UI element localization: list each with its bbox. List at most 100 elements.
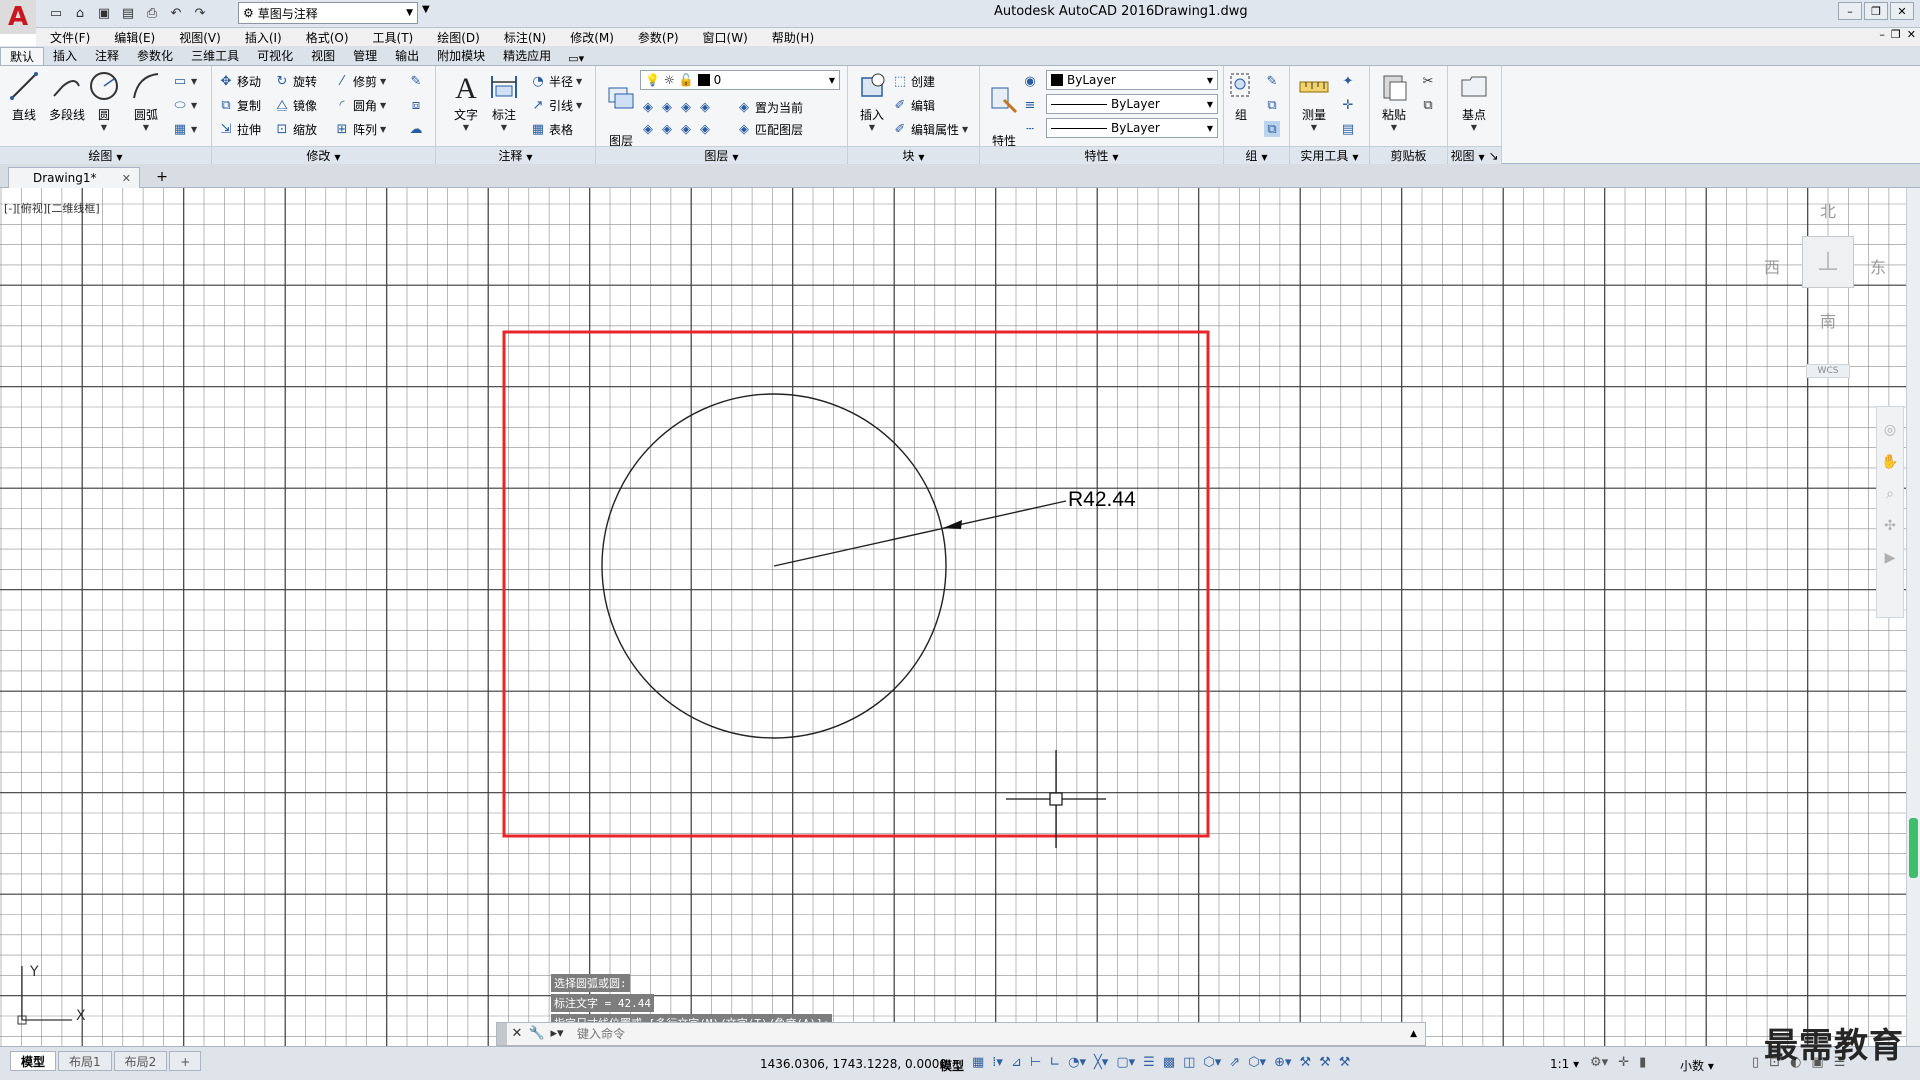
layer-dropdown[interactable]: 💡 ☼ 🔓 0 ▼ <box>640 70 840 90</box>
tab-home[interactable]: 默认 <box>0 47 45 65</box>
object-snap-icon[interactable]: ▢▾ <box>1116 1055 1135 1070</box>
color-dropdown[interactable]: ByLayer ▼ <box>1046 70 1218 90</box>
save-as-icon[interactable]: ▤ <box>118 3 138 23</box>
layer-isolate-icon[interactable]: ◈ <box>659 99 675 115</box>
tab-model[interactable]: 模型 <box>10 1051 57 1071</box>
menu-edit[interactable]: 编辑(E) <box>100 29 165 46</box>
chevron-up-icon[interactable]: ▲ <box>1410 1029 1417 1039</box>
clipboard-panel-title[interactable]: 剪贴板 <box>1370 146 1447 164</box>
menu-parametric[interactable]: 参数(P) <box>624 29 689 46</box>
quick-properties-icon[interactable]: ▯ <box>1752 1055 1759 1070</box>
linetype-dropdown[interactable]: ByLayer ▼ <box>1046 94 1218 114</box>
drawing-canvas[interactable]: [-][俯视][二维线框] R42.44 北 西 东 南 ⊥ WCS ◎ ✋ ⌕… <box>0 188 1920 1046</box>
workspace-dropdown[interactable]: ⚙ 草图与注释 ▼ <box>238 2 418 24</box>
compass-south[interactable]: 南 <box>1820 308 1836 332</box>
layer-thaw-icon[interactable]: ◈ <box>678 121 694 137</box>
insert-block-button[interactable]: 插入 ▼ <box>852 70 892 132</box>
line-button[interactable]: 直线 <box>4 70 44 123</box>
dynamic-ucs-icon[interactable]: ⇗ <box>1229 1055 1240 1070</box>
tab-featured-apps[interactable]: 精选应用 <box>494 47 560 65</box>
redo-icon[interactable]: ↷ <box>190 3 210 23</box>
selection-cycling-icon[interactable]: ◫ <box>1183 1055 1195 1070</box>
erase-button[interactable]: ✎ <box>408 70 424 92</box>
doc-restore-icon[interactable]: ❐ <box>1891 28 1901 41</box>
modify-panel-title[interactable]: 修改 ▼ <box>212 146 435 164</box>
match-layer-button[interactable]: ◈ 匹配图层 <box>736 118 803 140</box>
group-selection-button[interactable]: ⧉ <box>1264 118 1280 140</box>
showmotion-icon[interactable]: ▶ <box>1881 549 1899 567</box>
vertical-scrollbar[interactable] <box>1906 188 1920 1046</box>
tab-addins[interactable]: 附加模块 <box>428 47 494 65</box>
doc-close-icon[interactable]: ✕ <box>1907 28 1916 41</box>
create-block-button[interactable]: ⬚ 创建 <box>892 70 935 92</box>
array-button[interactable]: ⊞ 阵列 ▼ <box>334 118 387 140</box>
block-panel-title[interactable]: 块 ▼ <box>848 146 979 164</box>
isodraft-icon[interactable]: ╳▾ <box>1094 1055 1108 1070</box>
wrench-icon[interactable]: 🔧 <box>527 1024 547 1044</box>
grid-icon[interactable]: ▦ <box>972 1055 984 1070</box>
infer-constraints-icon[interactable]: ⊿ <box>1011 1055 1022 1070</box>
selection-filter-icon[interactable]: ⬡▾ <box>1248 1055 1266 1070</box>
plus-icon[interactable]: ✛ <box>1618 1055 1629 1070</box>
pan-hand-icon[interactable]: ✋ <box>1881 453 1899 471</box>
menu-help[interactable]: 帮助(H) <box>758 29 824 46</box>
base-view-button[interactable]: 基点 ▼ <box>1454 70 1494 132</box>
close-icon[interactable]: ✕ <box>1890 2 1914 20</box>
model-space-button[interactable]: 模型 <box>940 1057 964 1074</box>
polar-tracking-icon[interactable]: ◔▾ <box>1068 1055 1086 1070</box>
linetype-button[interactable]: ┄ <box>1022 118 1038 140</box>
utilities-panel-title[interactable]: 实用工具 ▼ <box>1290 146 1369 164</box>
tab-output[interactable]: 输出 <box>386 47 428 65</box>
radius-dimension-line[interactable] <box>773 500 1067 567</box>
layer-freeze-icon[interactable]: ◈ <box>678 99 694 115</box>
boundary-button[interactable]: ▦ ▼ <box>172 118 197 140</box>
ungroup-button[interactable]: ✎ <box>1264 70 1280 92</box>
wcs-menu[interactable]: WCS <box>1806 364 1850 378</box>
menu-dimension[interactable]: 标注(N) <box>490 29 556 46</box>
doc-minimize-icon[interactable]: – <box>1879 28 1885 41</box>
menu-view[interactable]: 视图(V) <box>165 29 231 46</box>
copy-button[interactable]: ⧉ 复制 <box>218 94 261 116</box>
calculator-button[interactable]: ▤ <box>1340 118 1356 140</box>
layer-unlock-icon[interactable]: ◈ <box>697 121 713 137</box>
zoom-icon[interactable]: ⌕ <box>1881 485 1899 503</box>
menu-modify[interactable]: 修改(M) <box>556 29 624 46</box>
tab-visualize[interactable]: 可视化 <box>248 47 302 65</box>
tab-layout2[interactable]: 布局2 <box>113 1051 168 1071</box>
close-icon[interactable]: ✕ <box>507 1024 527 1044</box>
save-icon[interactable]: ▣ <box>94 3 114 23</box>
view-panel-title[interactable]: 视图 ▼ ↘ <box>1448 146 1501 164</box>
print-icon[interactable]: ⎙ <box>142 3 162 23</box>
tab-annotate[interactable]: 注释 <box>86 47 128 65</box>
annotation-panel-title[interactable]: 注释 ▼ <box>436 146 595 164</box>
undo-icon[interactable]: ↶ <box>166 3 186 23</box>
lineweight-dropdown[interactable]: ByLayer ▼ <box>1046 118 1218 138</box>
orbit-icon[interactable]: ✣ <box>1881 517 1899 535</box>
trim-button[interactable]: ⁄ 修剪 ▼ <box>334 70 386 92</box>
units-selector[interactable]: 小数 ▾ <box>1680 1057 1714 1074</box>
add-layout-icon[interactable]: + <box>169 1051 202 1071</box>
open-folder-icon[interactable]: ⌂ <box>70 3 90 23</box>
tab-3d-tools[interactable]: 三维工具 <box>182 47 248 65</box>
measure-button[interactable]: 测量 ▼ <box>1294 70 1334 132</box>
circle-button[interactable]: 圆 ▼ <box>84 70 124 132</box>
viewport-controls[interactable]: [-][俯视][二维线框] <box>4 200 100 216</box>
compass-east[interactable]: 东 <box>1870 254 1886 278</box>
edit-attributes-button[interactable]: ✐ 编辑属性 ▼ <box>892 118 969 140</box>
layer-on-icon[interactable]: ◈ <box>640 121 656 137</box>
menu-file[interactable]: 文件(F) <box>36 29 100 46</box>
menu-draw[interactable]: 绘图(D) <box>423 29 490 46</box>
coordinates-readout[interactable]: 1436.0306, 1743.1228, 0.0000 <box>760 1057 947 1071</box>
tab-insert[interactable]: 插入 <box>44 47 86 65</box>
viewcube-top-face[interactable]: ⊥ <box>1802 236 1854 288</box>
layers-panel-title[interactable]: 图层 ▼ <box>596 146 847 164</box>
snap-icon[interactable]: ⁞▾ <box>992 1055 1003 1070</box>
menu-tools[interactable]: 工具(T) <box>359 29 424 46</box>
new-tab-icon[interactable]: + <box>152 169 172 187</box>
copy-clip-button[interactable]: ⧉ <box>1420 94 1436 116</box>
cut-button[interactable]: ✂ <box>1420 70 1436 92</box>
new-file-icon[interactable]: ▭ <box>46 3 66 23</box>
fillet-button[interactable]: ◜ 圆角 ▼ <box>334 94 386 116</box>
color-wheel-button[interactable]: ◉ <box>1022 70 1038 92</box>
point-button[interactable]: ✛ <box>1340 94 1356 116</box>
